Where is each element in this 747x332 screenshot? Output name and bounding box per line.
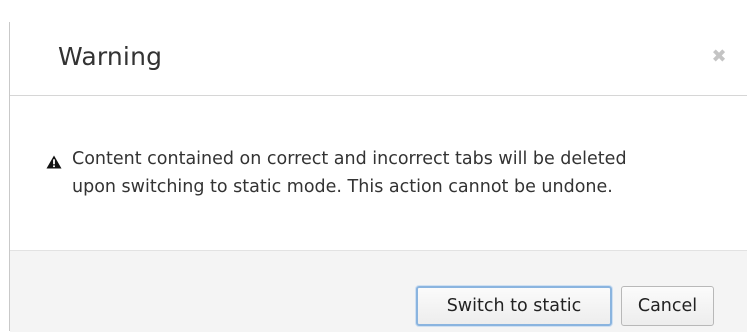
warning-triangle-icon xyxy=(46,155,62,169)
warning-dialog: Warning ✖ Content contained on correct a… xyxy=(10,18,747,332)
close-icon[interactable]: ✖ xyxy=(711,48,727,66)
dialog-body: Content contained on correct and incorre… xyxy=(10,96,747,250)
dialog-title: Warning xyxy=(58,42,163,71)
dialog-footer: Switch to static Cancel xyxy=(10,250,747,332)
switch-to-static-button[interactable]: Switch to static xyxy=(416,286,612,326)
warning-message-line-1: Content contained on correct and incorre… xyxy=(72,149,627,169)
cancel-button[interactable]: Cancel xyxy=(621,286,714,326)
dialog-header: Warning ✖ xyxy=(10,18,747,96)
background-window-edge xyxy=(0,22,10,331)
warning-message-line-2: upon switching to static mode. This acti… xyxy=(72,177,613,197)
warning-message: Content contained on correct and incorre… xyxy=(72,145,732,201)
